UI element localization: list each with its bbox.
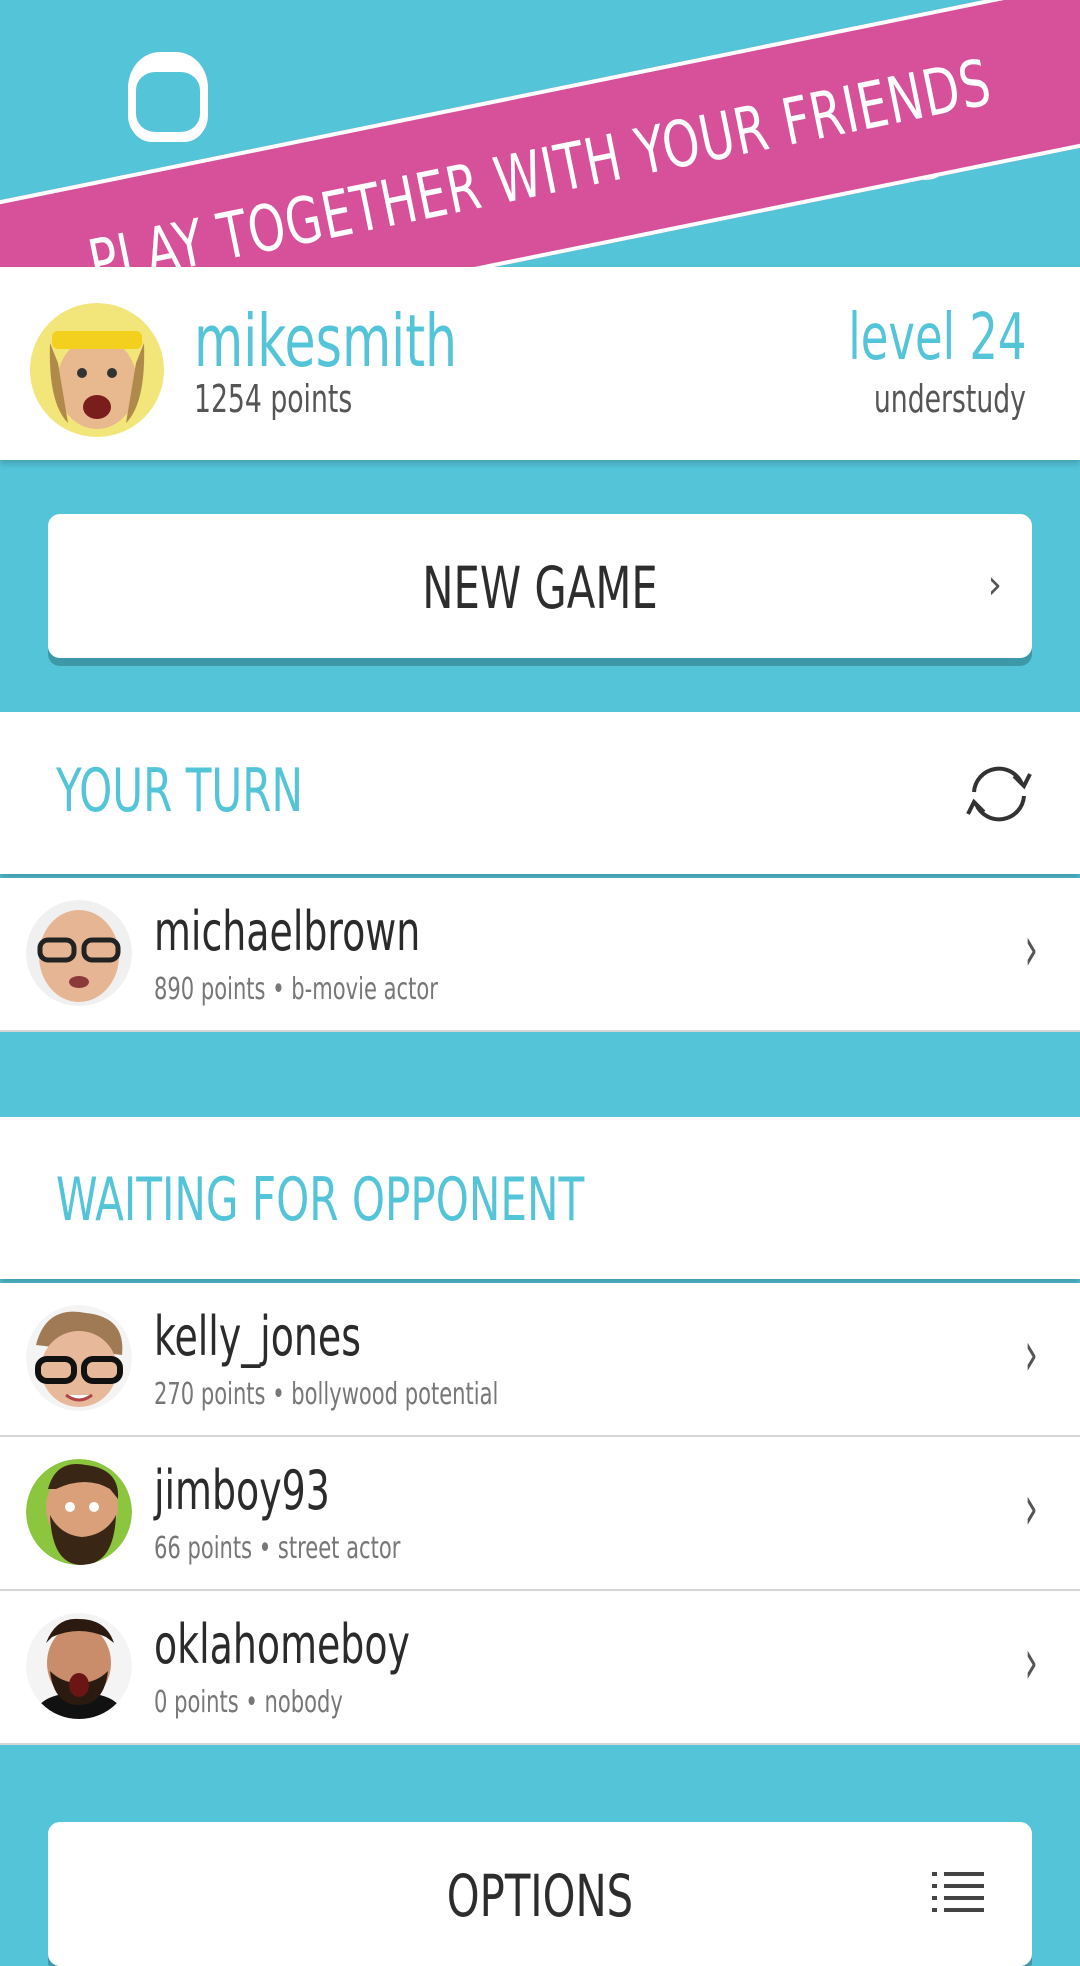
player-details: 0 points • nobody [154, 1685, 343, 1720]
player-name: oklahomeboy [154, 1613, 410, 1676]
header-band: PLAY TOGETHER WITH YOUR FRIENDS [0, 0, 1080, 267]
chevron-right-icon: › [1024, 1625, 1038, 1698]
chevron-right-icon: › [1024, 912, 1038, 985]
section-title: WAITING FOR OPPONENT [56, 1165, 585, 1235]
player-name: michaelbrown [154, 900, 421, 963]
list-item[interactable]: kelly_jones 270 points • bollywood poten… [0, 1283, 1080, 1437]
chevron-right-icon: › [987, 562, 1002, 608]
avatar [26, 900, 132, 1006]
refresh-icon[interactable] [964, 762, 1034, 826]
section-title: YOUR TURN [56, 756, 304, 826]
waiting-header: WAITING FOR OPPONENT [0, 1117, 1080, 1279]
new-game-button[interactable]: NEW GAME › [48, 514, 1032, 658]
list-item[interactable]: jimboy93 66 points • street actor › [0, 1437, 1080, 1591]
avatar [26, 1305, 132, 1411]
list-icon [932, 1872, 984, 1916]
options-button[interactable]: OPTIONS [48, 1822, 1032, 1966]
player-details: 270 points • bollywood potential [154, 1377, 499, 1412]
profile-rank: understudy [873, 377, 1026, 421]
your-turn-header: YOUR TURN [0, 712, 1080, 874]
chevron-right-icon: › [1024, 1317, 1038, 1390]
avatar [26, 1613, 132, 1719]
player-name: kelly_jones [154, 1305, 361, 1368]
player-name: jimboy93 [154, 1459, 330, 1522]
player-details: 890 points • b-movie actor [154, 972, 438, 1007]
list-item[interactable]: oklahomeboy 0 points • nobody › [0, 1591, 1080, 1745]
new-game-label: NEW GAME [422, 554, 658, 622]
chevron-right-icon: › [1024, 1471, 1038, 1544]
profile-level: level 24 [847, 301, 1026, 375]
avatar [26, 1459, 132, 1565]
avatar [28, 303, 166, 437]
profile-card[interactable]: mikesmith 1254 points level 24 understud… [0, 267, 1080, 460]
player-details: 66 points • street actor [154, 1531, 401, 1566]
profile-username: mikesmith [194, 299, 458, 383]
app-logo [128, 52, 248, 152]
profile-points: 1254 points [194, 377, 353, 421]
list-item[interactable]: michaelbrown 890 points • b-movie actor … [0, 878, 1080, 1032]
